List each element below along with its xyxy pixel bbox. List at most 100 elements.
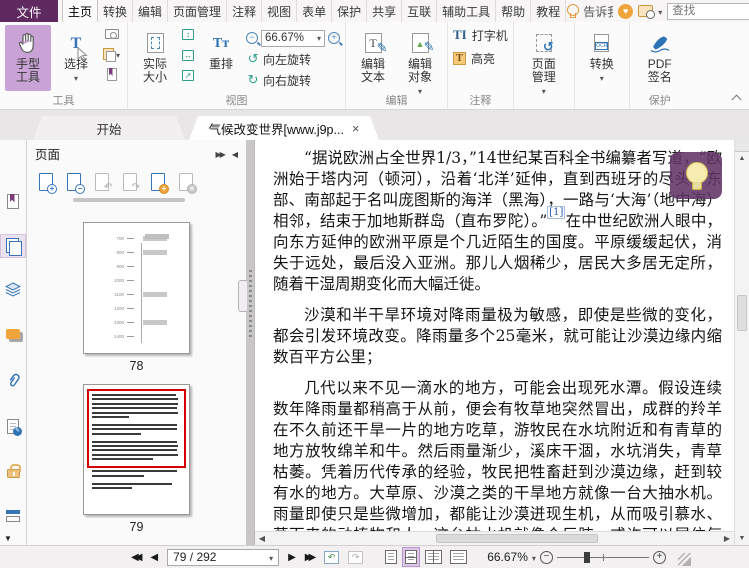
footnote-link[interactable]: [1] (547, 205, 566, 219)
select-tool-button[interactable]: T 选择 (54, 25, 98, 85)
sidebar-item-bookmarks[interactable] (1, 190, 25, 212)
rotate-right-button[interactable]: 向右旋转 (246, 71, 340, 89)
chevron-down-icon[interactable] (116, 47, 120, 61)
clipboard-icon[interactable] (103, 47, 116, 62)
scroll-right-icon[interactable]: ▶ (720, 534, 734, 543)
page-number-combobox[interactable]: 79 / 292 (167, 548, 280, 566)
edit-object-button[interactable]: 编辑对象 (398, 25, 442, 98)
file-button[interactable]: 文件 (0, 0, 58, 22)
menu-tab-edit[interactable]: 编辑 (133, 0, 169, 22)
menu-tab-view[interactable]: 视图 (262, 0, 298, 22)
page-management-button[interactable]: 页面管理 (519, 25, 569, 98)
panel-expand-icon[interactable] (216, 146, 224, 160)
previous-view-button[interactable] (324, 550, 340, 564)
sidebar-item-comments[interactable] (1, 325, 25, 347)
fit-page-icon[interactable] (182, 29, 195, 40)
panel-toolbar-scrollbar[interactable] (73, 198, 185, 202)
sidebar-item-security[interactable] (1, 460, 25, 482)
menu-tab-comment[interactable]: 注释 (227, 0, 263, 22)
zoom-slider-handle[interactable] (583, 551, 590, 563)
thumbnail-zoom-out-button[interactable] (67, 173, 85, 194)
tell-me-label[interactable]: 告诉我 (583, 3, 613, 20)
vertical-scrollbar-thumb[interactable] (737, 295, 747, 331)
sidebar-more-icon[interactable] (4, 534, 12, 543)
menu-tab-protect[interactable]: 保护 (332, 0, 368, 22)
thumbnail-page-78[interactable]: 700 800 900 1000 1100 1200 1300 1400 (83, 222, 190, 354)
sidebar-item-attachments[interactable] (1, 370, 25, 392)
menu-tab-convert[interactable]: 转换 (98, 0, 134, 22)
menu-tab-help[interactable]: 帮助 (496, 0, 532, 22)
bookmark-page-icon[interactable] (106, 68, 117, 81)
menu-tab-home[interactable]: 主页 (62, 0, 99, 22)
hand-tool-button[interactable]: 手型工具 (5, 25, 51, 91)
rotate-left-button[interactable]: 向左旋转 (246, 50, 340, 68)
edit-text-button[interactable]: 编辑文本 (351, 25, 395, 84)
sidebar-item-fields[interactable] (1, 505, 25, 527)
sidebar-item-signatures[interactable] (1, 415, 25, 437)
lightbulb-icon[interactable] (566, 3, 580, 19)
heart-icon[interactable]: ♥ (618, 3, 634, 19)
fit-width-icon[interactable] (182, 49, 195, 61)
scroll-down-icon[interactable]: ▼ (735, 535, 749, 542)
chevron-down-icon[interactable] (532, 550, 536, 564)
horizontal-scrollbar-thumb[interactable] (435, 534, 599, 543)
panel-collapse-icon[interactable] (232, 146, 238, 160)
snapshot-icon[interactable] (638, 5, 656, 19)
menu-tab-page-management[interactable]: 页面管理 (168, 0, 228, 22)
zoom-out-button[interactable] (539, 550, 553, 564)
add-page-button[interactable] (151, 173, 169, 194)
layout-facing-continuous-button[interactable] (448, 548, 469, 566)
close-icon[interactable]: × (352, 122, 360, 135)
previous-page-button[interactable]: ◀ (150, 552, 158, 563)
rotate-page-right-button[interactable] (123, 173, 137, 191)
zoom-in-icon[interactable] (328, 32, 341, 44)
thumbnail-zoom-in-button[interactable] (39, 173, 57, 194)
chevron-down-icon[interactable] (658, 4, 662, 18)
actual-size-button[interactable]: 实际大小 (133, 25, 177, 84)
layout-facing-button[interactable] (423, 548, 444, 566)
zoom-out-icon[interactable] (246, 32, 259, 44)
zoom-percent-label[interactable]: 66.67% (487, 550, 528, 564)
ribbon-collapse-icon[interactable] (732, 93, 740, 101)
zoom-level-combobox[interactable]: 66.67% (261, 29, 326, 47)
pdf-sign-button[interactable]: PDF签名 (635, 25, 685, 84)
first-page-button[interactable]: ◀◀ (131, 552, 143, 563)
scroll-left-icon[interactable]: ◀ (255, 534, 269, 543)
menu-tab-share[interactable]: 共享 (367, 0, 403, 22)
tab-document[interactable]: 气候改变世界[www.j9p... × (189, 116, 379, 140)
menu-tab-connect[interactable]: 互联 (402, 0, 438, 22)
panel-splitter[interactable] (238, 140, 254, 545)
typewriter-button[interactable]: 打字机 (453, 25, 508, 45)
last-page-button[interactable]: ▶▶ (305, 552, 317, 563)
tab-start[interactable]: 开始 (33, 116, 185, 140)
sidebar-item-pages[interactable] (0, 234, 26, 258)
rotate-page-left-button[interactable] (95, 173, 109, 191)
vertical-scrollbar[interactable]: ▲ ▼ (734, 140, 749, 545)
snapshot-camera-icon[interactable] (104, 29, 119, 39)
document-page[interactable]: “据说欧洲占全世界1/3，”14世纪某百科全书编纂者写道，“欧洲始于塔内河（顿河… (254, 140, 734, 545)
page-number-label-79[interactable]: 79 (130, 520, 144, 534)
page-number-label-78[interactable]: 78 (130, 359, 144, 373)
search-input[interactable] (667, 2, 749, 20)
thumbnail-page-79[interactable] (83, 383, 190, 515)
sidebar-item-layers[interactable] (1, 280, 25, 302)
next-page-button[interactable]: ▶ (288, 552, 296, 563)
reflow-button[interactable]: 重排 (199, 25, 243, 71)
assistant-widget[interactable] (670, 152, 722, 199)
layout-single-button[interactable] (383, 548, 399, 566)
splitter-handle[interactable] (238, 280, 247, 312)
menu-tab-tutorial[interactable]: 教程 (531, 0, 567, 22)
scrollbar-split-box[interactable] (735, 140, 749, 152)
scroll-up-icon[interactable]: ▲ (735, 155, 749, 162)
next-view-button[interactable] (348, 550, 364, 564)
fit-visible-icon[interactable] (182, 70, 195, 81)
horizontal-scrollbar[interactable]: ◀ ▶ (255, 531, 734, 545)
zoom-in-button[interactable] (652, 550, 666, 564)
highlight-button[interactable]: 高亮 (453, 48, 495, 68)
view-indicator-rect[interactable] (87, 388, 186, 468)
convert-button[interactable]: OCR 转换 (580, 25, 624, 85)
delete-page-button[interactable] (179, 173, 197, 194)
menu-tab-accessibility[interactable]: 辅助工具 (437, 0, 497, 22)
layout-continuous-button[interactable] (402, 547, 421, 567)
menu-tab-form[interactable]: 表单 (297, 0, 333, 22)
